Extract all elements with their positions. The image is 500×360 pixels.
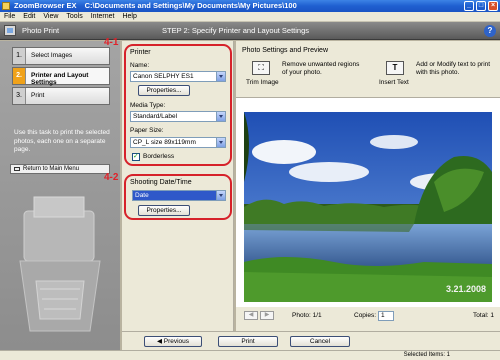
photo-counter: Photo: 1/1 — [292, 312, 322, 319]
copies-spinner[interactable]: 1 — [378, 311, 394, 321]
return-icon — [14, 167, 20, 171]
menu-view[interactable]: View — [39, 12, 62, 22]
total-count: Total: 1 — [473, 312, 494, 319]
preview-area: 3.21.2008 — [236, 97, 500, 307]
menu-internet[interactable]: Internet — [87, 12, 119, 22]
trim-image-button[interactable]: ⛶ — [252, 61, 270, 75]
return-label: Return to Main Menu — [23, 166, 80, 172]
return-main-menu-button[interactable]: Return to Main Menu — [10, 164, 110, 174]
step-label: Print — [31, 92, 45, 99]
step-number: 1. — [13, 48, 26, 64]
preview-photo: 3.21.2008 — [244, 112, 492, 302]
selected-items-status: Selected Items: 1 — [403, 352, 450, 358]
step-select-images[interactable]: 1. Select Images — [12, 47, 110, 65]
task-title: Photo Print — [22, 26, 60, 35]
step-printer-layout[interactable]: 2. Printer and Layout Settings — [12, 67, 110, 86]
annotation-box-printer — [124, 44, 232, 166]
step-print[interactable]: 3. Print — [12, 87, 110, 105]
insert-text-description: Add or Modify text to print with this ph… — [416, 61, 491, 76]
window-path: C:\Documents and Settings\My Documents\M… — [84, 1, 297, 10]
step-number: 2. — [13, 68, 26, 84]
task-description: Use this task to print the selected phot… — [14, 129, 110, 153]
copies-label: Copies: — [354, 312, 377, 319]
menu-help[interactable]: Help — [118, 12, 140, 22]
chevron-left-icon: ◀ — [248, 312, 254, 318]
annotation-label-4-2: 4-2 — [104, 172, 119, 183]
menu-bar: File Edit View Tools Internet Help — [0, 12, 500, 22]
crop-icon: ⛶ — [258, 63, 264, 72]
maximize-button[interactable]: □ — [476, 1, 486, 11]
step-label: Select Images — [31, 52, 73, 59]
previous-label: Previous — [163, 338, 190, 345]
step-label: Printer and Layout Settings — [31, 72, 89, 86]
insert-text-button[interactable]: T — [386, 61, 404, 75]
help-icon[interactable]: ? — [484, 25, 496, 37]
menu-file[interactable]: File — [0, 12, 19, 22]
photo-datestamp: 3.21.2008 — [445, 284, 486, 294]
title-bar: ZoomBrowser EX C:\Documents and Settings… — [0, 0, 500, 12]
arrow-left-icon: ◀ — [156, 338, 164, 345]
step-list: 1. Select Images 2. Printer and Layout S… — [12, 47, 110, 107]
sidebar: 1. Select Images 2. Printer and Layout S… — [0, 41, 120, 360]
cancel-button[interactable]: Cancel — [290, 336, 350, 347]
task-header: Photo Print STEP 2: Specify Printer and … — [0, 22, 500, 40]
insert-text-label: Insert Text — [379, 79, 409, 86]
menu-tools[interactable]: Tools — [62, 12, 86, 22]
minimize-button[interactable]: _ — [464, 1, 474, 11]
annotation-label-4-1: 4-1 — [104, 37, 119, 48]
bottom-bar: ◀ Previous Print Cancel — [122, 331, 500, 350]
status-bar: Selected Items: 1 — [0, 350, 500, 360]
step-title: STEP 2: Specify Printer and Layout Setti… — [162, 26, 310, 35]
chevron-right-icon: ▶ — [264, 312, 270, 318]
printer-watermark-graphic — [19, 196, 101, 332]
next-photo-button[interactable]: ▶ — [260, 311, 274, 320]
app-icon — [2, 2, 10, 10]
print-button[interactable]: Print — [218, 336, 278, 347]
trim-image-description: Remove unwanted regions of your photo. — [282, 61, 360, 76]
step-number: 3. — [13, 88, 26, 104]
prev-photo-button[interactable]: ◀ — [244, 311, 258, 320]
text-icon: T — [392, 63, 398, 72]
annotation-box-shooting-date — [124, 174, 232, 220]
menu-edit[interactable]: Edit — [19, 12, 39, 22]
close-button[interactable]: × — [488, 1, 498, 11]
lake-photo-image — [244, 112, 492, 302]
photo-settings-panel: Photo Settings and Preview ⛶ Trim Image … — [236, 41, 500, 331]
photo-settings-title: Photo Settings and Preview — [242, 47, 328, 54]
app-name: ZoomBrowser EX — [14, 1, 77, 10]
trim-image-label: Trim Image — [246, 79, 279, 86]
photo-print-icon — [4, 25, 16, 36]
preview-nav-bar: ◀ ▶ Photo: 1/1 Copies: 1 Total: 1 — [236, 307, 500, 331]
previous-button[interactable]: ◀ Previous — [144, 336, 202, 347]
